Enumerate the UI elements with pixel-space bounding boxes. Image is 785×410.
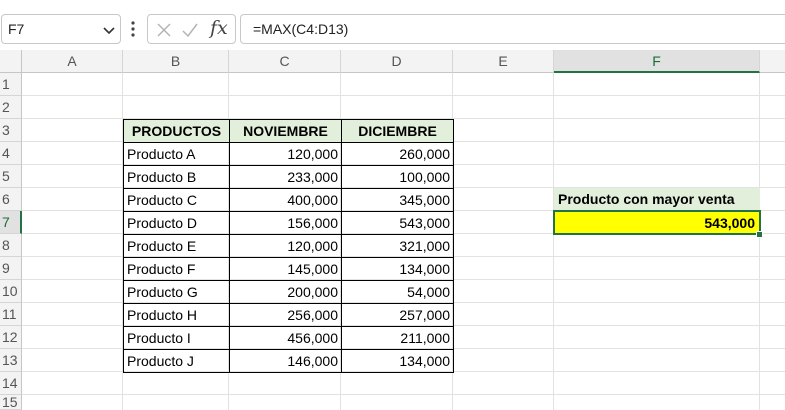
formula-input[interactable]: =MAX(C4:D13) [240, 14, 785, 44]
table-cell-diciembre[interactable]: 134,000 [341, 257, 454, 281]
table-header-noviembre[interactable]: NOVIEMBRE [229, 119, 342, 143]
table-cell-noviembre[interactable]: 256,000 [229, 303, 342, 327]
insert-function-icon[interactable]: fx [210, 17, 228, 39]
row-header-11[interactable]: 11 [0, 303, 22, 326]
gridline [22, 394, 785, 395]
table-cell-noviembre[interactable]: 145,000 [229, 257, 342, 281]
table-cell-product[interactable]: Producto D [123, 211, 230, 235]
cancel-icon[interactable] [155, 21, 173, 39]
column-header-b[interactable]: B [123, 50, 229, 73]
column-header-e[interactable]: E [453, 50, 554, 73]
more-options-icon[interactable] [128, 18, 138, 40]
row-header-6[interactable]: 6 [0, 188, 22, 211]
column-header-g[interactable] [760, 50, 785, 73]
row-header-2[interactable]: 2 [0, 96, 22, 119]
table-cell-noviembre[interactable]: 400,000 [229, 188, 342, 212]
table-cell-diciembre[interactable]: 211,000 [341, 326, 454, 350]
name-box-value: F7 [8, 21, 25, 37]
table-cell-diciembre[interactable]: 543,000 [341, 211, 454, 235]
table-cell-product[interactable]: Producto J [123, 349, 230, 373]
table-cell-diciembre[interactable]: 345,000 [341, 188, 454, 212]
table-header-productos[interactable]: PRODUCTOS [123, 119, 230, 143]
table-cell-noviembre[interactable]: 233,000 [229, 165, 342, 189]
row-header-1[interactable]: 1 [0, 73, 22, 96]
table-cell-noviembre[interactable]: 456,000 [229, 326, 342, 350]
table-cell-noviembre[interactable]: 120,000 [229, 234, 342, 258]
table-header-diciembre[interactable]: DICIEMBRE [341, 119, 454, 143]
name-box[interactable]: F7 [1, 14, 121, 44]
table-cell-product[interactable]: Producto F [123, 257, 230, 281]
spreadsheet-grid[interactable]: A B C D E F 1 2 3 4 5 6 7 8 9 10 11 12 1… [0, 50, 785, 410]
table-cell-diciembre[interactable]: 134,000 [341, 349, 454, 373]
row-header-9[interactable]: 9 [0, 257, 22, 280]
gridline [22, 95, 785, 96]
table-cell-diciembre[interactable]: 54,000 [341, 280, 454, 304]
row-header-3[interactable]: 3 [0, 119, 22, 142]
table-cell-noviembre[interactable]: 200,000 [229, 280, 342, 304]
chevron-down-icon[interactable] [102, 23, 116, 37]
row-header-4[interactable]: 4 [0, 142, 22, 165]
column-header-a[interactable]: A [22, 50, 123, 73]
gridline [759, 73, 760, 410]
column-header-f[interactable]: F [554, 50, 760, 73]
fill-handle[interactable] [756, 231, 763, 238]
table-cell-diciembre[interactable]: 321,000 [341, 234, 454, 258]
select-all-corner[interactable] [0, 50, 22, 73]
row-header-14[interactable]: 14 [0, 372, 22, 395]
formula-actions: fx [147, 14, 236, 44]
row-header-8[interactable]: 8 [0, 234, 22, 257]
table-cell-diciembre[interactable]: 100,000 [341, 165, 454, 189]
summary-label[interactable]: Producto con mayor venta [554, 188, 760, 211]
summary-result-cell[interactable]: 543,000 [553, 210, 761, 235]
table-cell-product[interactable]: Producto A [123, 142, 230, 166]
table-cell-noviembre[interactable]: 120,000 [229, 142, 342, 166]
row-header-15[interactable]: 15 [0, 395, 22, 410]
column-header-d[interactable]: D [341, 50, 453, 73]
gridline [553, 73, 554, 410]
table-cell-noviembre[interactable]: 146,000 [229, 349, 342, 373]
formula-bar: F7 fx =MAX(C4:D13) [0, 0, 785, 50]
row-header-13[interactable]: 13 [0, 349, 22, 372]
enter-check-icon[interactable] [181, 21, 199, 39]
formula-text: =MAX(C4:D13) [253, 21, 349, 37]
table-cell-product[interactable]: Producto C [123, 188, 230, 212]
column-header-c[interactable]: C [229, 50, 341, 73]
row-header-12[interactable]: 12 [0, 326, 22, 349]
row-header-5[interactable]: 5 [0, 165, 22, 188]
table-cell-product[interactable]: Producto G [123, 280, 230, 304]
table-cell-product[interactable]: Producto E [123, 234, 230, 258]
table-cell-diciembre[interactable]: 257,000 [341, 303, 454, 327]
table-cell-product[interactable]: Producto I [123, 326, 230, 350]
table-cell-product[interactable]: Producto H [123, 303, 230, 327]
row-header-7[interactable]: 7 [0, 211, 22, 234]
table-cell-diciembre[interactable]: 260,000 [341, 142, 454, 166]
table-cell-noviembre[interactable]: 156,000 [229, 211, 342, 235]
row-header-10[interactable]: 10 [0, 280, 22, 303]
table-cell-product[interactable]: Producto B [123, 165, 230, 189]
